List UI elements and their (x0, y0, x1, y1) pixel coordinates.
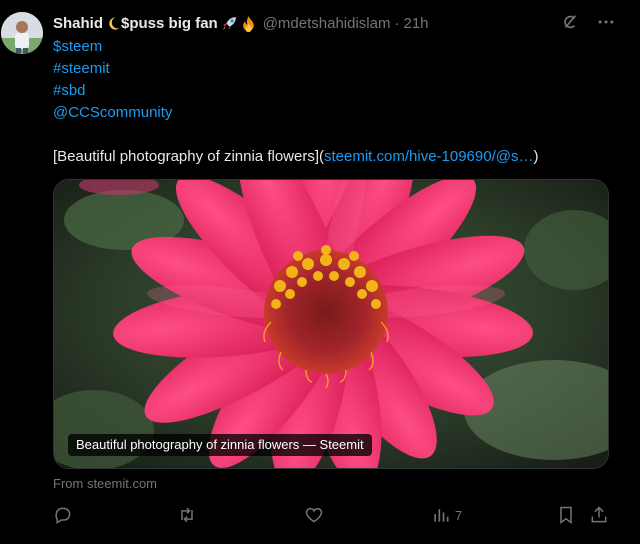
status-emojis (221, 15, 257, 32)
card-title: Beautiful photography of zinnia flowers … (68, 434, 372, 456)
name-emojis (106, 16, 121, 31)
zinnia-flower-image (54, 180, 608, 468)
body-link[interactable]: steemit.com/hive-109690/@s… (324, 148, 533, 165)
display-name[interactable]: Shahid (53, 15, 103, 32)
more-icon[interactable] (596, 12, 616, 32)
hashtag-sbd[interactable]: #sbd (53, 80, 538, 102)
tweet-header: Shahid $puss big fan @mdetshahidislam · … (53, 13, 429, 33)
card-source[interactable]: From steemit.com (53, 476, 157, 491)
like-icon (305, 507, 323, 523)
retweet-icon (181, 507, 193, 523)
reply-button[interactable] (53, 505, 73, 525)
display-name-text: Shahid (53, 14, 104, 32)
views-count: 7 (455, 507, 463, 523)
body-prefix: [Beautiful photography of zinnia flowers… (53, 148, 324, 165)
hashtag-steemit[interactable]: #steemit (53, 58, 538, 80)
tweet-text: $steem #steemit #sbd @CCScommunity [Beau… (53, 36, 538, 168)
tweet[interactable]: Shahid $puss big fan @mdetshahidislam · … (0, 0, 640, 544)
like-button[interactable] (304, 505, 324, 525)
retweet-button[interactable] (177, 505, 197, 525)
fire-icon (242, 15, 254, 32)
reply-icon (55, 507, 71, 524)
user-handle[interactable]: @mdetshahidislam (263, 15, 391, 32)
bookmark-button[interactable] (556, 505, 576, 525)
share-icon (591, 506, 607, 523)
separator-dot: · (394, 14, 400, 32)
avatar[interactable] (1, 12, 43, 54)
rocket-icon (222, 16, 236, 30)
views-icon (434, 509, 449, 522)
views-button[interactable]: 7 (431, 505, 462, 525)
bookmark-icon (560, 506, 572, 524)
share-button[interactable] (589, 505, 609, 525)
tweet-body: [Beautiful photography of zinnia flowers… (53, 146, 538, 168)
timestamp[interactable]: 21h (403, 15, 428, 32)
top-icons (560, 12, 616, 32)
cashtag-steem[interactable]: $steem (53, 36, 538, 58)
grok-icon[interactable] (560, 12, 580, 32)
display-name-suffix: $puss big fan (121, 14, 218, 32)
crescent-moon-icon (109, 16, 120, 30)
mention-ccscommunity[interactable]: @CCScommunity (53, 102, 538, 124)
action-bar: 7 (53, 505, 613, 527)
body-suffix: ) (533, 148, 539, 165)
link-card[interactable]: Beautiful photography of zinnia flowers … (53, 179, 609, 469)
